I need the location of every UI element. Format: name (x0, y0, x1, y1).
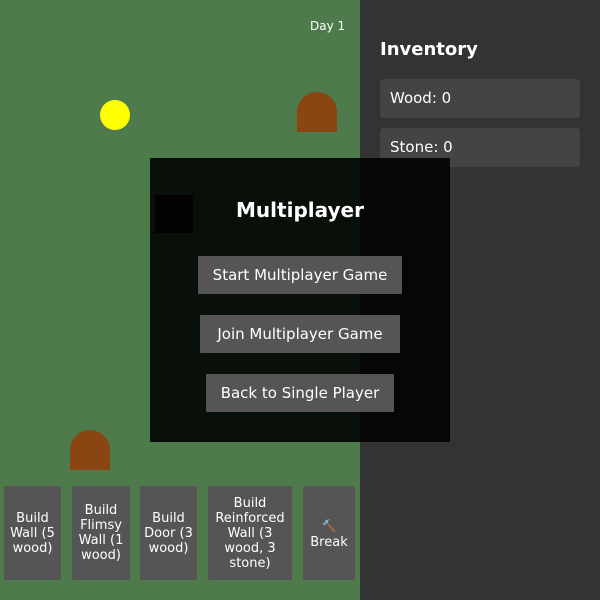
build-reinforced-wall-label: Build Reinforced Wall (3 wood, 3 stone) (215, 495, 285, 571)
build-flimsy-wall-button[interactable]: Build Flimsy Wall (1 wood) (72, 486, 130, 580)
modal-title: Multiplayer (236, 198, 364, 222)
multiplayer-modal: Multiplayer Start Multiplayer Game Join … (150, 158, 450, 442)
tree-stump[interactable] (70, 430, 110, 470)
build-reinforced-wall-button[interactable]: Build Reinforced Wall (3 wood, 3 stone) (208, 486, 292, 580)
build-wall-label: Build Wall (5 wood) (10, 510, 55, 556)
join-multiplayer-button[interactable]: Join Multiplayer Game (200, 315, 400, 353)
tree-stump[interactable] (297, 92, 337, 132)
day-counter: Day 1 (310, 19, 346, 33)
start-multiplayer-button[interactable]: Start Multiplayer Game (198, 256, 402, 294)
break-label: Break (310, 534, 348, 550)
build-door-button[interactable]: Build Door (3 wood) (140, 486, 197, 580)
break-button[interactable]: 🔨 Break (303, 486, 355, 580)
inventory-title: Inventory (380, 39, 478, 60)
build-wall-button[interactable]: Build Wall (5 wood) (4, 486, 61, 580)
build-flimsy-wall-label: Build Flimsy Wall (1 wood) (78, 503, 124, 563)
sun-icon (100, 100, 130, 130)
build-door-label: Build Door (3 wood) (144, 510, 193, 556)
hammer-icon: 🔨 (321, 518, 337, 533)
inventory-item-wood: Wood: 0 (380, 79, 580, 118)
game-screen: Day 1 Build Wall (5 wood) Build Flimsy W… (0, 0, 600, 600)
back-to-single-player-button[interactable]: Back to Single Player (206, 374, 394, 412)
